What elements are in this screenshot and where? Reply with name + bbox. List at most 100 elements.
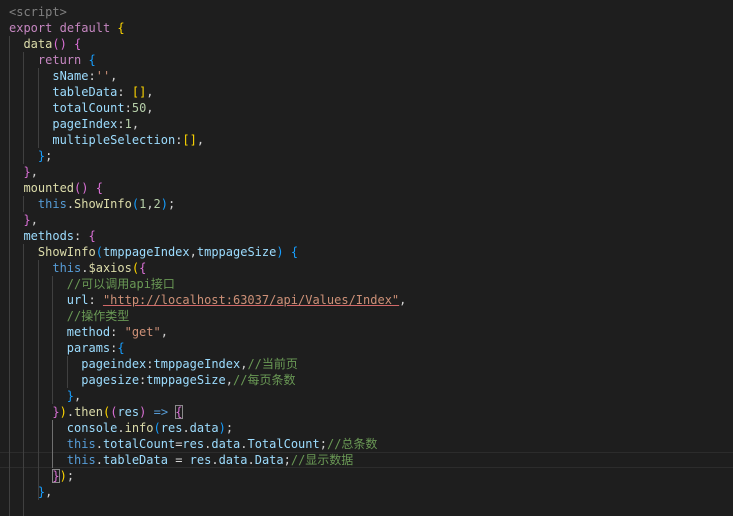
- code-line: mounted() {: [9, 180, 103, 196]
- code-token: {: [175, 405, 183, 419]
- code-token: res: [182, 437, 205, 451]
- code-line: method: "get",: [9, 324, 168, 340]
- code-token: pageindex: [81, 357, 147, 371]
- code-line: //可以调用api接口: [9, 276, 175, 292]
- code-token: ,: [160, 325, 168, 339]
- code-token: data: [189, 421, 219, 435]
- code-token: {: [139, 261, 147, 275]
- code-token: data: [23, 37, 53, 51]
- code-token: return: [37, 53, 82, 67]
- code-token: tmppageIndex: [102, 245, 190, 259]
- code-line: this.ShowInfo(1,2);: [9, 196, 175, 212]
- code-line: },: [9, 484, 52, 500]
- code-token: .: [95, 437, 103, 451]
- code-token: Data: [254, 453, 284, 467]
- code-token: multipleSelection: [52, 133, 176, 147]
- code-token: ShowInfo: [74, 197, 132, 211]
- code-token: =>: [153, 405, 169, 419]
- code-token: ,: [30, 165, 38, 179]
- code-token: TotalCount: [247, 437, 320, 451]
- code-token: }: [52, 405, 60, 419]
- code-token: .: [211, 453, 219, 467]
- code-line: this.tableData = res.data.Data;//显示数据: [9, 452, 354, 468]
- code-token: ;: [168, 197, 176, 211]
- code-token: :: [110, 325, 125, 339]
- code-token: ShowInfo: [37, 245, 96, 259]
- code-token: {: [74, 37, 82, 51]
- code-token: res: [117, 405, 140, 419]
- code-token: tmppageSize: [146, 373, 226, 387]
- code-token: totalCount: [102, 437, 176, 451]
- code-token: []: [182, 133, 197, 147]
- code-string: "get": [124, 325, 161, 339]
- code-editor[interactable]: <script> export default { data() { return…: [0, 0, 733, 516]
- code-token: :: [74, 229, 89, 243]
- code-comment: //操作类型: [66, 309, 130, 323]
- code-token: tmppageSize: [196, 245, 277, 259]
- code-token: then: [74, 405, 103, 419]
- code-token: this: [66, 437, 96, 451]
- code-line: export default {: [9, 20, 125, 36]
- code-token: params: [66, 341, 111, 355]
- code-token: tableData: [52, 85, 118, 99]
- code-token: url: [66, 293, 89, 307]
- code-line: });: [9, 468, 74, 484]
- code-token: ): [160, 197, 169, 211]
- code-token: default: [59, 21, 111, 35]
- code-token: .: [95, 453, 103, 467]
- code-token: .: [66, 197, 75, 211]
- code-token: ): [276, 245, 284, 259]
- code-token: .: [182, 421, 190, 435]
- code-line: <script>: [9, 4, 67, 20]
- code-line: return {: [9, 52, 96, 68]
- code-token: (: [153, 421, 161, 435]
- code-token: ): [59, 469, 67, 483]
- code-string: "http://localhost:63037/api/Values/Index…: [102, 293, 400, 307]
- code-token: ,: [196, 133, 205, 147]
- code-token: ,: [399, 293, 407, 307]
- code-token: ): [59, 405, 67, 419]
- code-token: pageIndex: [52, 117, 118, 131]
- code-token: {: [117, 341, 125, 355]
- code-token: (: [95, 245, 103, 259]
- code-token: console: [66, 421, 118, 435]
- code-token: tmppageIndex: [153, 357, 241, 371]
- code-token: :: [146, 357, 154, 371]
- code-token: res: [160, 421, 183, 435]
- code-token: {: [95, 181, 103, 195]
- code-token: $axios: [88, 261, 132, 275]
- code-line: },: [9, 212, 37, 228]
- code-comment: //当前页: [247, 357, 298, 371]
- code-line: data() {: [9, 36, 81, 52]
- code-token: ;: [45, 149, 53, 163]
- code-comment: //显示数据: [290, 453, 354, 467]
- code-token: method: [66, 325, 111, 339]
- code-token: ;: [283, 453, 291, 467]
- code-token: ;: [66, 469, 75, 483]
- code-token: res: [189, 453, 212, 467]
- code-token: }: [66, 389, 75, 403]
- code-token: ,: [225, 373, 233, 387]
- code-line: pageIndex:1,: [9, 116, 139, 132]
- code-token: tableData: [102, 453, 168, 467]
- code-comment: //总条数: [326, 437, 378, 451]
- code-token: (: [131, 261, 140, 275]
- code-token: ,: [146, 101, 154, 115]
